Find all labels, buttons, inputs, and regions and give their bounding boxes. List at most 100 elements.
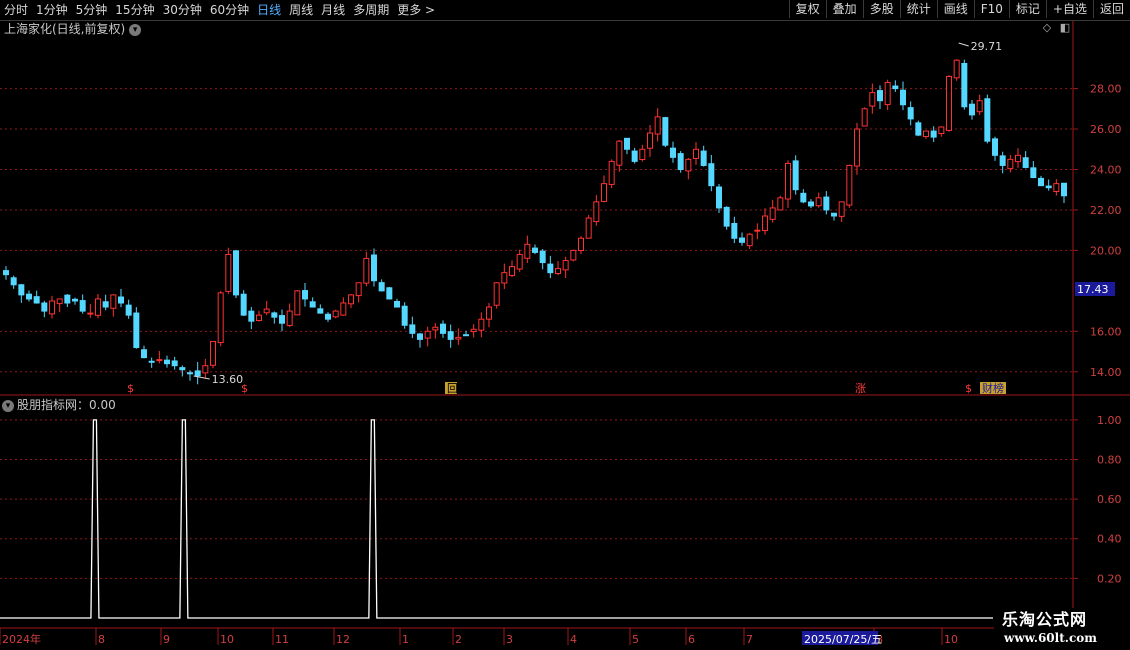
candle-body	[470, 328, 477, 333]
toolbar-button-6[interactable]: 标记	[1008, 0, 1046, 18]
toolbar-button-0[interactable]: 复权	[788, 0, 826, 18]
toolbar-button-5[interactable]: F10	[973, 0, 1009, 18]
price-tick-label: 24.00	[1090, 163, 1122, 176]
candle-body	[624, 137, 630, 150]
candle-body	[1022, 157, 1029, 168]
period-tab-4[interactable]: 30分钟	[163, 1, 202, 19]
chevron-down-icon[interactable]: ▾	[2, 399, 14, 412]
period-tab-2[interactable]: 5分钟	[76, 1, 108, 19]
candle-body	[317, 308, 324, 314]
candle-body	[930, 130, 937, 138]
price-tick-label: 28.00	[1090, 83, 1122, 96]
toolbar-button-7[interactable]: +自选	[1045, 0, 1093, 18]
stock-chart[interactable]: 28.00 26.00 24.00 22.00 20.00 16.00 14.00 29.71…	[0, 0, 1130, 650]
candle-body	[861, 108, 868, 127]
candle-body	[800, 192, 807, 203]
toolbar-button-8[interactable]: 返回	[1092, 0, 1130, 18]
time-axis-label: 5	[632, 633, 639, 646]
watermark-title: 乐淘公式网	[1002, 610, 1088, 629]
indicator-line	[0, 419, 993, 619]
cursor-date-label: 2025/07/25/五	[804, 633, 882, 646]
candle-body	[217, 292, 224, 344]
price-tick-label: 26.00	[1090, 123, 1122, 136]
candle-body	[900, 89, 906, 106]
candle-body	[915, 122, 922, 136]
chevron-down-icon[interactable]: ▾	[129, 23, 142, 36]
candle-body	[240, 293, 247, 316]
candle-body	[118, 296, 124, 304]
candle-body	[141, 349, 147, 359]
candle-body	[670, 147, 676, 158]
main-chart-title-text: 上海家化(日线,前复权)	[4, 22, 126, 36]
candle-body	[309, 301, 316, 308]
candle-body	[355, 282, 362, 297]
candle-body	[547, 263, 554, 274]
candle-body	[72, 298, 78, 302]
candle-body	[731, 222, 738, 239]
period-tab-7[interactable]: 周线	[289, 1, 313, 19]
period-tab-1[interactable]: 1分钟	[36, 1, 68, 19]
candle-body	[302, 290, 308, 300]
candle-body	[156, 359, 163, 362]
candle-body	[708, 163, 715, 187]
period-tab-0[interactable]: 分时	[4, 1, 28, 19]
candle-body	[18, 284, 25, 296]
period-tab-10[interactable]: 更多 >	[397, 1, 435, 19]
price-tick-label: 14.00	[1090, 366, 1122, 379]
toolbar-button-3[interactable]: 统计	[899, 0, 937, 18]
indicator-tick-label: 0.80	[1097, 453, 1122, 466]
candle-body	[539, 250, 546, 264]
indicator-tick-label: 1.00	[1097, 414, 1122, 427]
toolbar-button-2[interactable]: 多股	[862, 0, 900, 18]
candle-body	[501, 272, 508, 284]
candle-body	[363, 257, 370, 284]
candle-body	[961, 62, 968, 108]
event-marker: $	[127, 382, 134, 395]
candle-body	[869, 92, 876, 107]
candle-body	[3, 270, 9, 276]
candle-body	[348, 294, 354, 305]
candle-body	[225, 253, 232, 292]
main-chart-title[interactable]: 上海家化(日线,前复权) ▾	[4, 22, 142, 36]
candle-body	[10, 277, 17, 286]
candle-body	[1038, 177, 1044, 187]
candle-body	[716, 186, 722, 209]
candle-body	[409, 324, 416, 334]
candle-body	[509, 266, 515, 276]
time-axis-label: 2024年	[2, 632, 41, 646]
candle-body	[831, 212, 837, 217]
candle-body	[969, 103, 975, 116]
candle-body	[808, 201, 814, 207]
candle-body	[1007, 158, 1014, 170]
period-tab-3[interactable]: 15分钟	[115, 1, 154, 19]
period-tab-9[interactable]: 多周期	[353, 1, 389, 19]
period-tab-6[interactable]: 日线	[257, 1, 281, 19]
panel-toggle-icon[interactable]: ◧	[1059, 22, 1071, 34]
candle-body	[693, 148, 699, 159]
candle-body	[125, 304, 132, 316]
time-axis-label: 2	[455, 633, 462, 646]
time-axis-label: 10	[220, 633, 234, 646]
candle-body	[378, 282, 385, 292]
time-axis-label: 3	[506, 633, 513, 646]
time-axis-label: 11	[275, 633, 289, 646]
candle-body	[455, 336, 462, 340]
candle-body	[87, 312, 94, 315]
toolbar-button-4[interactable]: 画线	[936, 0, 974, 18]
candle-body	[762, 215, 768, 232]
candle-body	[417, 333, 423, 340]
candle-body	[64, 294, 71, 304]
diamond-icon[interactable]: ◇	[1041, 22, 1053, 34]
chart-corner-icons: ◇ ◧	[1041, 22, 1071, 34]
candle-body	[279, 315, 285, 324]
time-axis-label: 9	[163, 633, 170, 646]
period-tab-5[interactable]: 60分钟	[210, 1, 249, 19]
indicator-title[interactable]: ▾ 股朋指标网：0.00	[2, 398, 116, 412]
candle-body	[56, 298, 63, 305]
candle-body	[739, 237, 745, 243]
candle-body	[562, 260, 569, 271]
candle-body	[639, 148, 646, 161]
period-tab-8[interactable]: 月线	[321, 1, 345, 19]
toolbar-button-1[interactable]: 叠加	[825, 0, 863, 18]
candle-body	[1045, 185, 1052, 189]
